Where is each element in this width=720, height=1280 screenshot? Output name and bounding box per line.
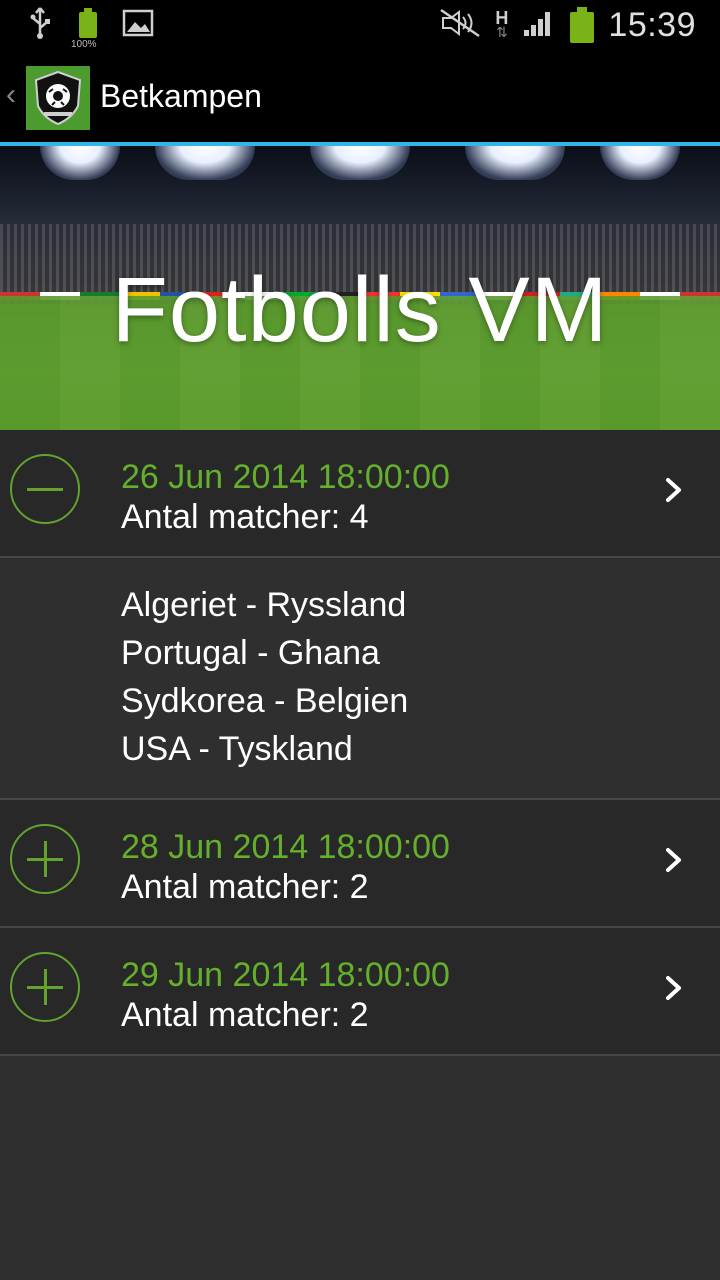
match-day-list: 26 Jun 2014 18:00:00 Antal matcher: 4 Al… [0,430,720,1056]
match-day-date: 26 Jun 2014 18:00:00 [121,458,450,496]
match-item[interactable]: Algeriet - Ryssland [121,586,406,625]
chevron-right-icon[interactable] [662,974,686,1002]
status-time: 15:39 [608,5,696,44]
match-day-row[interactable]: 29 Jun 2014 18:00:00 Antal matcher: 2 [0,928,720,1056]
match-day-row[interactable]: 28 Jun 2014 18:00:00 Antal matcher: 2 [0,800,720,928]
mute-icon [439,8,481,43]
chevron-right-icon[interactable] [662,476,686,504]
chevron-right-icon[interactable] [662,846,686,874]
data-arrows-icon: ⇅ [496,24,508,40]
stadium-banner: Fotbolls VM [0,146,720,430]
match-item[interactable]: USA - Tyskland [121,730,353,769]
signal-icon [522,8,556,43]
usb-icon [28,6,52,45]
plus-icon[interactable] [10,824,80,894]
image-icon [122,9,154,42]
minus-icon[interactable] [10,454,80,524]
status-bar: 100% H ⇅ 15:39 [0,0,720,50]
battery-full-icon [570,7,595,43]
network-type-label: H [495,8,509,28]
app-logo[interactable] [26,66,90,130]
battery-icon: 100% [71,8,100,50]
match-item[interactable]: Sydkorea - Belgien [121,682,408,721]
action-bar: ‹ Betkampen [0,50,720,146]
match-count: Antal matcher: 4 [121,498,369,536]
match-item[interactable]: Portugal - Ghana [121,634,380,673]
match-day-date: 29 Jun 2014 18:00:00 [121,956,450,994]
match-count: Antal matcher: 2 [121,996,369,1034]
back-chevron-icon[interactable]: ‹ [6,78,16,112]
h-network-icon: H ⇅ [495,8,509,40]
match-count: Antal matcher: 2 [121,868,369,906]
app-title: Betkampen [100,78,262,114]
match-day-date: 28 Jun 2014 18:00:00 [121,828,450,866]
match-day-row[interactable]: 26 Jun 2014 18:00:00 Antal matcher: 4 [0,430,720,558]
banner-title: Fotbolls VM [111,259,609,361]
plus-icon[interactable] [10,952,80,1022]
shield-logo-icon [34,70,82,126]
battery-percent: 100% [71,39,97,50]
match-list: Algeriet - Ryssland Portugal - Ghana Syd… [0,558,720,800]
